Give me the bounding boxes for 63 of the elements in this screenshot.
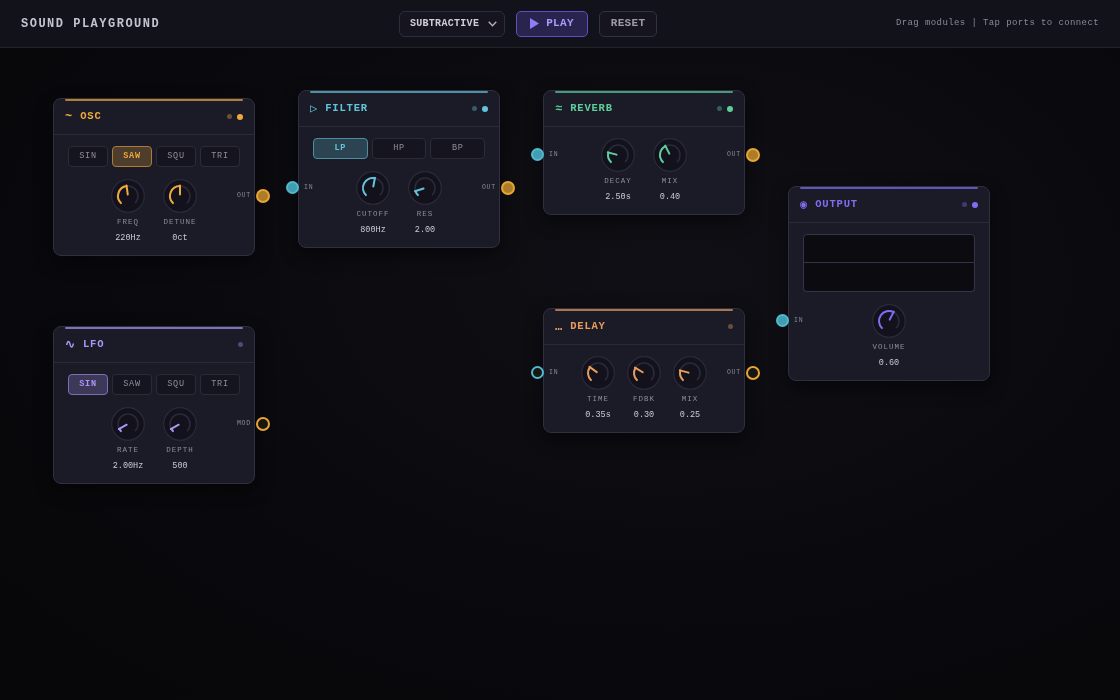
knob-value: 2.00 bbox=[414, 224, 436, 236]
knob[interactable] bbox=[163, 179, 197, 213]
output-port[interactable] bbox=[746, 366, 760, 380]
knob[interactable] bbox=[111, 407, 145, 441]
knob-value: 0.35s bbox=[585, 409, 611, 421]
knob-value: 0.30 bbox=[633, 409, 655, 421]
knob[interactable] bbox=[111, 179, 145, 213]
mode-select[interactable]: SUBTRACTIVE bbox=[398, 10, 506, 37]
mode-option[interactable]: TRI bbox=[200, 146, 240, 167]
mode-option[interactable]: SAW bbox=[112, 146, 152, 167]
play-button[interactable]: PLAY bbox=[516, 10, 588, 37]
knob-value: 500 bbox=[172, 460, 188, 472]
output-port[interactable] bbox=[746, 148, 760, 162]
mode-option[interactable]: TRI bbox=[200, 374, 240, 395]
input-port[interactable] bbox=[286, 181, 299, 194]
knob[interactable] bbox=[627, 356, 661, 390]
mode-option[interactable]: LP bbox=[313, 138, 368, 159]
knob-value: 0ct bbox=[172, 232, 188, 244]
knob[interactable] bbox=[601, 138, 635, 172]
input-port[interactable] bbox=[531, 366, 544, 379]
knob-value: 0.25 bbox=[679, 409, 701, 421]
knob[interactable] bbox=[163, 407, 197, 441]
mode-option[interactable]: SAW bbox=[112, 374, 152, 395]
knob[interactable] bbox=[581, 356, 615, 390]
mode-option[interactable]: HP bbox=[371, 138, 427, 159]
knob-value: 220Hz bbox=[115, 232, 141, 244]
module-title: FILTER bbox=[325, 103, 368, 114]
module-symbol: ▷ bbox=[310, 102, 318, 115]
knob-value: 800Hz bbox=[360, 224, 386, 236]
knob-value: 2.50s bbox=[605, 191, 631, 203]
knob-value: 0.40 bbox=[659, 191, 681, 203]
module-symbol: ∿ bbox=[65, 338, 75, 351]
module-symbol: ≈ bbox=[555, 102, 563, 115]
input-port[interactable] bbox=[776, 314, 789, 327]
module-title: DELAY bbox=[570, 321, 606, 332]
module-title: OUTPUT bbox=[815, 199, 858, 210]
module-symbol: … bbox=[555, 320, 563, 333]
module-symbol: ~ bbox=[65, 110, 73, 123]
knob-value: 2.00Hz bbox=[112, 460, 144, 472]
module-title: LFO bbox=[83, 339, 105, 350]
play-icon bbox=[530, 18, 540, 29]
knob[interactable] bbox=[653, 138, 687, 172]
output-port[interactable] bbox=[256, 189, 270, 203]
reset-button[interactable]: RESET bbox=[598, 10, 658, 37]
knob[interactable] bbox=[673, 356, 707, 390]
output-port[interactable] bbox=[256, 417, 270, 431]
app-title: SOUND PLAYGROUND bbox=[21, 15, 161, 33]
hint-text: Drag modules | Tap ports to connect bbox=[895, 16, 1099, 30]
module-title: REVERB bbox=[570, 103, 613, 114]
mode-option[interactable]: SQU bbox=[156, 146, 196, 167]
module-title: OSC bbox=[80, 111, 102, 122]
mode-option[interactable]: SQU bbox=[156, 374, 196, 395]
input-port[interactable] bbox=[531, 148, 544, 161]
knob[interactable] bbox=[356, 171, 390, 205]
mode-option[interactable]: SIN bbox=[68, 146, 108, 167]
knob-value: 0.60 bbox=[878, 357, 900, 369]
knob[interactable] bbox=[408, 171, 442, 205]
module-symbol: ◉ bbox=[800, 198, 808, 211]
mode-option[interactable]: BP bbox=[430, 138, 485, 159]
mode-option[interactable]: SIN bbox=[68, 374, 108, 395]
output-port[interactable] bbox=[501, 181, 515, 195]
knob[interactable] bbox=[872, 304, 906, 338]
chevron-down-icon bbox=[488, 20, 498, 27]
